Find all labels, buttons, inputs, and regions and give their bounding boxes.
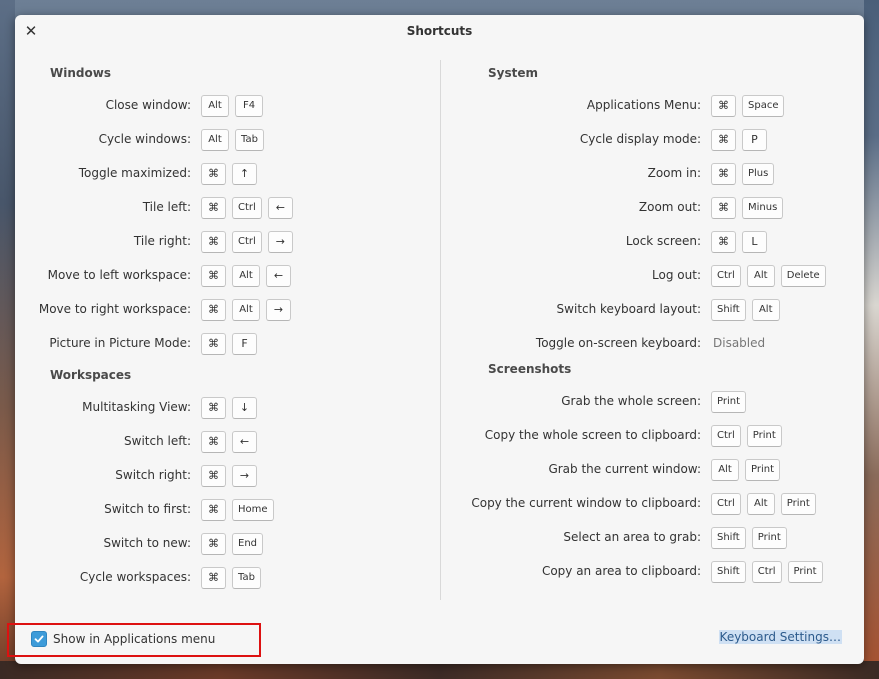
- shortcut-keys[interactable]: ⌘ Space: [711, 95, 785, 117]
- keycap[interactable]: Delete: [780, 265, 826, 287]
- keycap[interactable]: Print: [751, 527, 787, 549]
- shortcut-row: Select an area to grab: Shift Print: [15, 527, 787, 549]
- shortcut-label: Select an area to grab:: [563, 530, 701, 544]
- shortcut-keys[interactable]: ⌘ P: [711, 129, 767, 151]
- section-title-windows: Windows: [50, 66, 111, 80]
- keycap[interactable]: Ctrl: [711, 493, 741, 515]
- section-title-workspaces: Workspaces: [50, 368, 132, 382]
- keycap[interactable]: Ctrl: [711, 425, 741, 447]
- shortcut-label: Copy the current window to clipboard:: [471, 496, 701, 510]
- shortcut-row: Copy the current window to clipboard: Ctr…: [15, 493, 816, 515]
- shortcut-row: Switch keyboard layout: Shift Alt: [15, 299, 780, 321]
- shortcut-label: Copy the whole screen to clipboard:: [484, 428, 701, 442]
- keycap[interactable]: Plus: [742, 163, 775, 185]
- shortcut-row: Copy an area to clipboard: Shift Ctrl Print: [15, 561, 823, 583]
- keycap[interactable]: Shift: [711, 299, 746, 321]
- keycap[interactable]: Alt: [751, 299, 780, 321]
- keycap[interactable]: Print: [711, 391, 747, 413]
- shortcut-label: Copy an area to clipboard:: [541, 564, 701, 578]
- keycap[interactable]: Ctrl: [711, 265, 741, 287]
- shortcut-keys[interactable]: ⌘ L: [711, 231, 767, 253]
- shortcut-keys[interactable]: Alt Print: [711, 459, 781, 481]
- desktop-background-left: [0, 0, 15, 679]
- shortcut-label: Zoom out:: [638, 200, 701, 214]
- keycap[interactable]: ⌘: [711, 163, 736, 185]
- keycap[interactable]: Alt: [746, 493, 775, 515]
- shortcut-row: Toggle on-screen keyboard: Disabled: [15, 333, 765, 355]
- keycap[interactable]: Alt: [711, 459, 739, 481]
- shortcut-label: Zoom in:: [647, 166, 701, 180]
- keycap[interactable]: Alt: [746, 265, 775, 287]
- keycap[interactable]: L: [742, 231, 767, 253]
- shortcut-label: Switch keyboard layout:: [556, 302, 701, 316]
- shortcut-row: Zoom in: ⌘ Plus: [15, 163, 775, 185]
- shortcut-row: Applications Menu: ⌘ Space: [15, 95, 785, 117]
- shortcut-keys[interactable]: Ctrl Alt Delete: [711, 265, 826, 287]
- desktop-background-right: [864, 0, 879, 679]
- keycap[interactable]: Ctrl: [751, 561, 782, 583]
- keycap[interactable]: ⌘: [711, 197, 736, 219]
- shortcut-label: Toggle on-screen keyboard:: [535, 336, 701, 350]
- shortcut-label: Applications Menu:: [586, 98, 701, 112]
- shortcut-label: Cycle display mode:: [579, 132, 701, 146]
- keycap[interactable]: Print: [780, 493, 816, 515]
- keycap[interactable]: Print: [787, 561, 823, 583]
- keyboard-settings-link[interactable]: Keyboard Settings…: [718, 630, 842, 644]
- shortcut-label: Grab the current window:: [548, 462, 701, 476]
- shortcut-keys[interactable]: ⌘ Plus: [711, 163, 775, 185]
- keycap[interactable]: Shift: [711, 527, 746, 549]
- shortcut-keys[interactable]: Shift Ctrl Print: [711, 561, 823, 583]
- shortcut-keys[interactable]: Shift Alt: [711, 299, 780, 321]
- keycap[interactable]: Print: [746, 425, 782, 447]
- shortcut-row: Copy the whole screen to clipboard: Ctrl P…: [15, 425, 782, 447]
- keycap[interactable]: Shift: [711, 561, 746, 583]
- checkmark-icon: [34, 635, 44, 643]
- section-title-system: System: [488, 66, 538, 80]
- keycap[interactable]: ⌘: [711, 95, 736, 117]
- keycap[interactable]: ⌘: [711, 129, 736, 151]
- keycap[interactable]: Space: [742, 95, 785, 117]
- checkbox-label: Show in Applications menu: [53, 632, 216, 646]
- window-title: Shortcuts: [406, 24, 473, 38]
- titlebar: ✕ Shortcuts: [15, 15, 864, 49]
- shortcut-row: Log out: Ctrl Alt Delete: [15, 265, 826, 287]
- shortcut-row: Lock screen: ⌘ L: [15, 231, 767, 253]
- checkbox[interactable]: [31, 631, 47, 647]
- shortcut-status[interactable]: Disabled: [713, 336, 765, 350]
- shortcut-keys[interactable]: Ctrl Print: [711, 425, 782, 447]
- section-title-screenshots: Screenshots: [488, 362, 572, 376]
- shortcut-keys[interactable]: Shift Print: [711, 527, 787, 549]
- keycap[interactable]: ⌘: [711, 231, 736, 253]
- keycap[interactable]: Print: [745, 459, 781, 481]
- shortcut-row: Zoom out: ⌘ Minus: [15, 197, 784, 219]
- shortcut-label: Lock screen:: [625, 234, 701, 248]
- shortcut-label: Log out:: [652, 268, 701, 282]
- keycap[interactable]: Minus: [742, 197, 784, 219]
- shortcut-label: Grab the whole screen:: [561, 394, 701, 408]
- show-in-applications-menu-checkbox[interactable]: Show in Applications menu: [31, 631, 215, 647]
- shortcut-keys[interactable]: Print: [711, 391, 747, 413]
- shortcut-row: Grab the whole screen: Print: [15, 391, 747, 413]
- shortcuts-window: ✕ Shortcuts Windows Close window: Alt F4 Cyc…: [7, 15, 864, 664]
- shortcut-row: Cycle display mode: ⌘ P: [15, 129, 767, 151]
- shortcut-row: Grab the current window: Alt Print: [15, 459, 781, 481]
- shortcut-keys[interactable]: ⌘ Minus: [711, 197, 784, 219]
- shortcut-keys[interactable]: Ctrl Alt Print: [711, 493, 816, 515]
- keycap[interactable]: P: [742, 129, 767, 151]
